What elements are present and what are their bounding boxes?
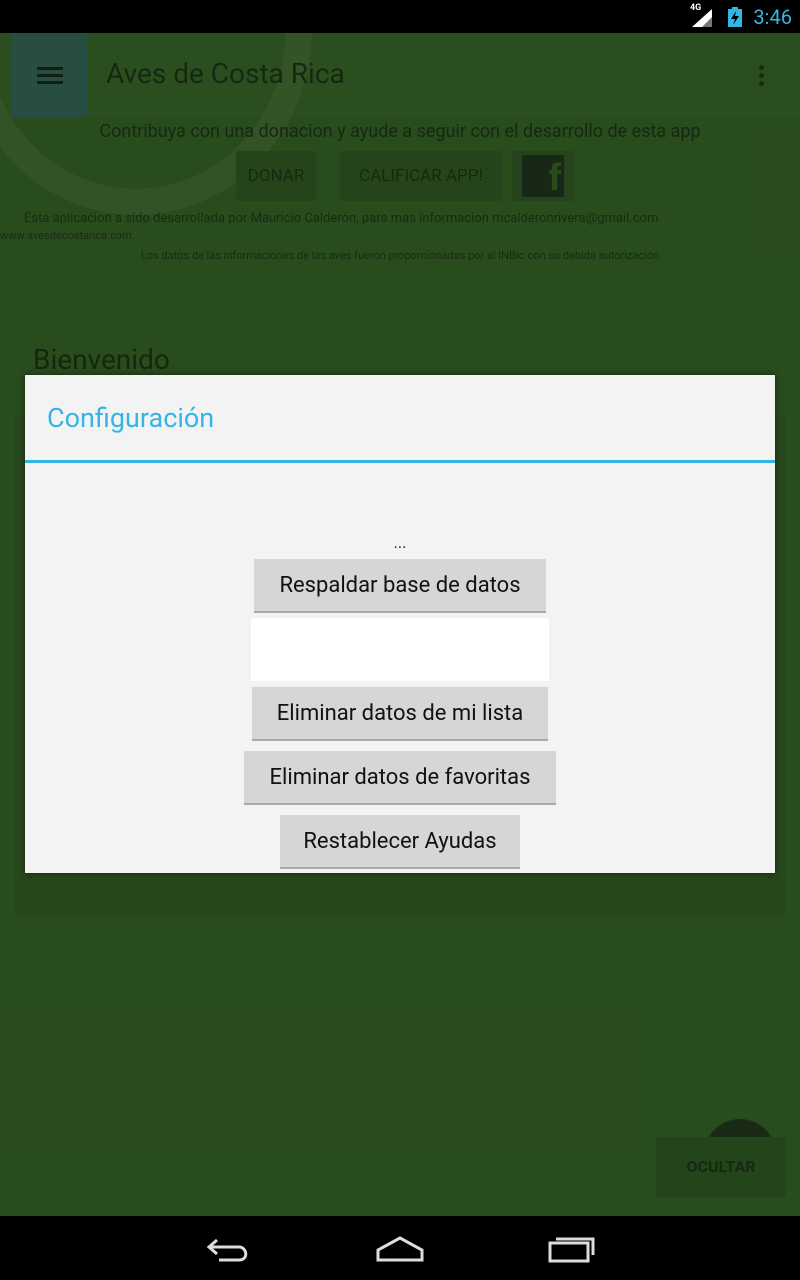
signal-icon: 4G — [690, 3, 712, 27]
back-icon[interactable] — [205, 1234, 253, 1264]
dialog-title-divider — [25, 460, 775, 463]
recents-icon[interactable] — [547, 1234, 597, 1264]
delete-my-list-button[interactable]: Eliminar datos de mi lista — [252, 687, 548, 739]
configuration-dialog: Configuración ... Respaldar base de dato… — [25, 375, 775, 873]
status-bar: 4G 3:46 — [0, 0, 800, 33]
battery-icon — [728, 7, 742, 27]
dialog-title: Configuración — [47, 402, 215, 434]
backup-database-button[interactable]: Respaldar base de datos — [254, 559, 546, 611]
delete-favorites-button[interactable]: Eliminar datos de favoritas — [244, 751, 556, 803]
reset-help-button[interactable]: Restablecer Ayudas — [280, 815, 520, 867]
navigation-bar — [0, 1216, 800, 1280]
clock: 3:46 — [753, 5, 792, 29]
blank-panel — [251, 618, 549, 681]
home-icon[interactable] — [374, 1234, 426, 1264]
dialog-status-text: ... — [393, 533, 407, 552]
